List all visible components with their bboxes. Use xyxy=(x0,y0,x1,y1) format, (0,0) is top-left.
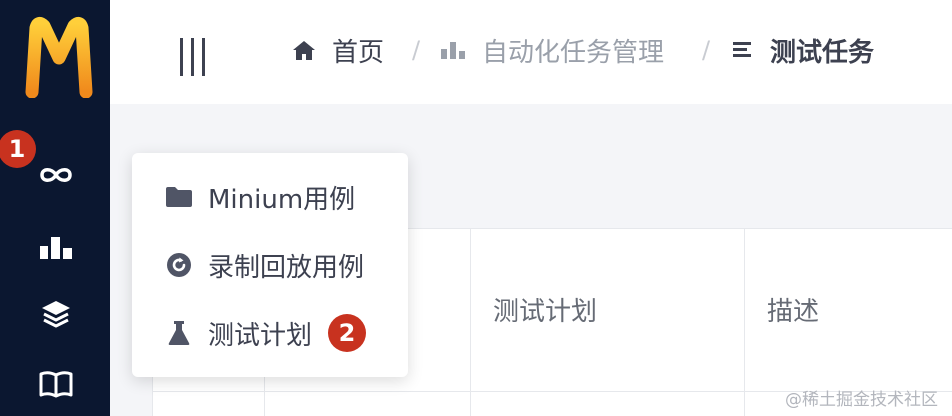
watermark: @稀土掘金技术社区 xyxy=(785,390,938,410)
sidebar-item-infinity[interactable] xyxy=(32,153,80,197)
menu-item-minium-cases[interactable]: Minium用例 xyxy=(132,169,408,225)
menu-item-label: 录制回放用例 xyxy=(208,252,365,283)
sidebar-item-layers[interactable] xyxy=(32,292,80,336)
column-header-plan[interactable]: 测试计划 xyxy=(493,291,597,328)
bar-chart-icon xyxy=(40,237,72,259)
breadcrumb-home[interactable]: 首页 xyxy=(292,30,384,70)
menu-item-record-replay[interactable]: 录制回放用例 xyxy=(132,237,408,293)
breadcrumb-automation-label: 自动化任务管理 xyxy=(482,37,665,68)
step-badge-1: 1 xyxy=(0,130,36,168)
breadcrumb-separator: / xyxy=(702,36,711,64)
folder-icon xyxy=(164,182,194,212)
list-icon xyxy=(732,40,754,60)
infinity-icon xyxy=(40,168,72,182)
breadcrumb-current: 测试任务 xyxy=(732,30,874,70)
sidebar-toggle-button[interactable] xyxy=(178,36,208,78)
breadcrumb-current-label: 测试任务 xyxy=(770,37,875,68)
breadcrumb-home-label: 首页 xyxy=(332,37,385,68)
sidebar-item-chart[interactable] xyxy=(32,225,80,269)
menu-item-label: Minium用例 xyxy=(208,184,356,215)
app: 1 首页 / 自动化任务管理 / 测试任务 测试计划 描述 Minium用例 录… xyxy=(0,0,952,416)
submenu-popover: Minium用例 录制回放用例 测试计划 2 xyxy=(132,153,408,377)
logo-m-icon xyxy=(25,16,93,99)
replay-icon xyxy=(164,250,194,280)
breadcrumb-separator: / xyxy=(412,36,421,64)
step-badge-2: 2 xyxy=(328,314,366,352)
home-icon xyxy=(292,39,316,61)
breadcrumb-automation[interactable]: 自动化任务管理 xyxy=(440,30,664,70)
book-icon xyxy=(39,371,73,398)
layers-icon xyxy=(42,301,70,328)
menu-item-test-plan[interactable]: 测试计划 xyxy=(132,305,408,361)
app-logo[interactable] xyxy=(22,14,96,99)
table-column-divider xyxy=(470,229,471,416)
sidebar-item-docs[interactable] xyxy=(32,362,80,406)
bar-chart-icon xyxy=(440,40,466,60)
table-column-divider xyxy=(744,229,745,416)
hamburger-icon xyxy=(180,38,205,76)
sidebar: 1 xyxy=(0,0,110,416)
column-header-description[interactable]: 描述 xyxy=(767,291,819,328)
menu-item-label: 测试计划 xyxy=(208,320,313,351)
flask-icon xyxy=(164,318,194,348)
top-header: 首页 / 自动化任务管理 / 测试任务 xyxy=(110,0,952,104)
